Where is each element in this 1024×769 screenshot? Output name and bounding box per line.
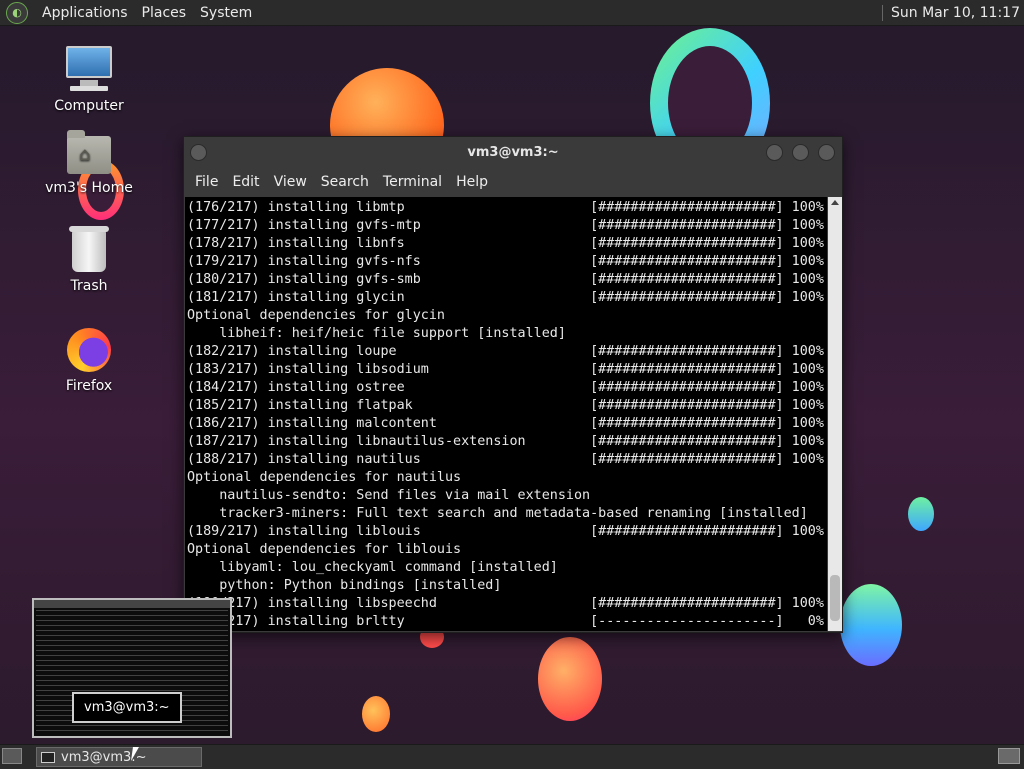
wallpaper-shape	[840, 584, 902, 666]
wallpaper-shape	[538, 637, 602, 721]
taskbar-item-terminal[interactable]: vm3@vm3:~	[36, 747, 202, 767]
desktop-icon-home[interactable]: ⌂ vm3's Home	[44, 130, 134, 196]
desktop-icon-firefox[interactable]: Firefox	[44, 328, 134, 394]
menu-view[interactable]: View	[267, 174, 314, 190]
terminal-scrollbar[interactable]	[828, 197, 842, 631]
desktop-icon-label: Firefox	[65, 378, 113, 394]
window-titlebar[interactable]: vm3@vm3:~	[184, 137, 842, 167]
bottom-panel: vm3@vm3:~	[0, 744, 1024, 769]
desktop-icon-label: vm3's Home	[45, 180, 133, 196]
wallpaper-shape	[362, 696, 390, 732]
menu-places[interactable]: Places	[142, 5, 187, 21]
desktop-icon-label: Computer	[54, 98, 124, 114]
firefox-icon	[67, 328, 111, 372]
clock[interactable]: Sun Mar 10, 11:17	[891, 5, 1020, 21]
top-menu: ◐ Applications Places System	[6, 0, 252, 25]
menu-edit[interactable]: Edit	[225, 174, 266, 190]
preview-menubar	[34, 600, 230, 608]
desktop-icon-computer[interactable]: Computer	[44, 46, 134, 114]
terminal-window[interactable]: vm3@vm3:~ File Edit View Search Terminal…	[183, 136, 843, 633]
show-desktop-icon[interactable]	[2, 748, 22, 764]
menu-search[interactable]: Search	[314, 174, 376, 190]
scroll-up-icon[interactable]	[831, 200, 839, 205]
panel-separator	[881, 4, 883, 21]
window-menu-icon[interactable]	[190, 144, 207, 161]
distro-logo-icon[interactable]: ◐	[6, 1, 28, 24]
preview-label: vm3@vm3:~	[72, 692, 182, 723]
window-title: vm3@vm3:~	[467, 144, 559, 160]
trash-icon	[69, 226, 109, 272]
terminal-text: (176/217) installing libmtp [###########…	[187, 200, 824, 629]
desktop-icon-trash[interactable]: Trash	[44, 226, 134, 294]
terminal-output[interactable]: (176/217) installing libmtp [###########…	[185, 197, 827, 631]
terminal-icon	[41, 751, 55, 763]
scrollbar-thumb[interactable]	[830, 575, 840, 621]
menu-help[interactable]: Help	[449, 174, 495, 190]
menu-applications[interactable]: Applications	[42, 5, 128, 21]
clock-area: Sun Mar 10, 11:17	[881, 0, 1020, 25]
wallpaper-shape	[908, 497, 934, 531]
close-icon[interactable]	[818, 144, 835, 161]
minimize-icon[interactable]	[766, 144, 783, 161]
top-panel: ◐ Applications Places System Sun Mar 10,…	[0, 0, 1024, 26]
menu-system[interactable]: System	[200, 5, 252, 21]
workspace-switcher[interactable]	[998, 748, 1020, 764]
home-folder-icon: ⌂	[67, 130, 111, 174]
desktop-icon-label: Trash	[70, 278, 108, 294]
terminal-menubar: File Edit View Search Terminal Help	[184, 167, 842, 197]
computer-icon	[66, 46, 112, 92]
maximize-icon[interactable]	[792, 144, 809, 161]
menu-file[interactable]: File	[188, 174, 225, 190]
window-preview-thumbnail[interactable]: vm3@vm3:~	[32, 598, 232, 738]
menu-terminal[interactable]: Terminal	[376, 174, 449, 190]
